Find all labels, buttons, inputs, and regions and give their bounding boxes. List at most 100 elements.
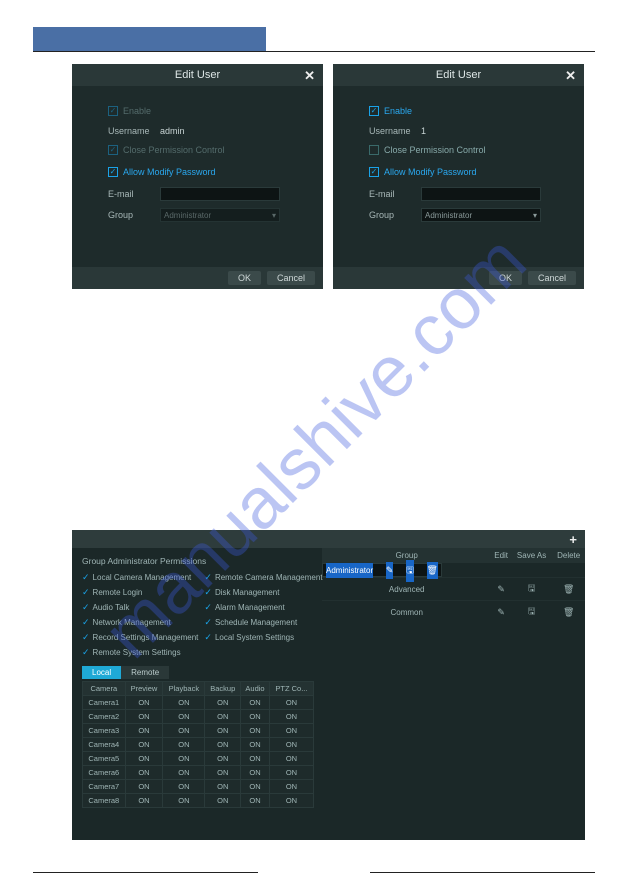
ok-button[interactable]: OK xyxy=(489,271,522,285)
check-icon: ✓ xyxy=(204,617,212,628)
camera-state-cell[interactable]: ON xyxy=(269,710,313,724)
table-header: Playback xyxy=(163,682,205,696)
camera-state-cell[interactable]: ON xyxy=(163,724,205,738)
camera-state-cell[interactable]: ON xyxy=(163,738,205,752)
camera-state-cell[interactable]: ON xyxy=(241,724,270,738)
camera-state-cell[interactable]: ON xyxy=(269,766,313,780)
footer-rule-right xyxy=(370,872,595,873)
permission-item: ✓Network Management xyxy=(82,617,198,628)
table-row[interactable]: Camera5ONONONONON xyxy=(83,752,314,766)
camera-state-cell[interactable]: ON xyxy=(205,710,241,724)
camera-state-cell[interactable]: ON xyxy=(205,738,241,752)
group-name-cell: Common xyxy=(322,601,491,624)
camera-state-cell[interactable]: ON xyxy=(241,738,270,752)
camera-state-cell[interactable]: ON xyxy=(205,794,241,808)
camera-state-cell[interactable]: ON xyxy=(163,752,205,766)
edit-icon[interactable]: ✎ xyxy=(491,601,510,624)
cancel-button[interactable]: Cancel xyxy=(267,271,315,285)
permission-item: ✓Audio Talk xyxy=(82,602,198,613)
edit-icon[interactable]: ✎ xyxy=(491,578,510,601)
close-perm-checkbox[interactable] xyxy=(369,145,379,155)
camera-state-cell[interactable]: ON xyxy=(205,696,241,710)
close-perm-label: Close Permission Control xyxy=(123,145,225,155)
table-row[interactable]: Camera3ONONONONON xyxy=(83,724,314,738)
permission-label: Remote Camera Management xyxy=(215,573,323,582)
group-label: Group xyxy=(108,210,160,220)
camera-state-cell[interactable]: ON xyxy=(125,696,163,710)
tab-remote[interactable]: Remote xyxy=(121,666,169,679)
ok-button[interactable]: OK xyxy=(228,271,261,285)
group-row[interactable]: Administrator✎🖫🗑 xyxy=(322,563,442,577)
camera-state-cell[interactable]: ON xyxy=(125,710,163,724)
camera-state-cell[interactable]: ON xyxy=(163,780,205,794)
allow-modify-checkbox[interactable] xyxy=(369,167,379,177)
cancel-button[interactable]: Cancel xyxy=(528,271,576,285)
camera-state-cell[interactable]: ON xyxy=(205,780,241,794)
permission-item: ✓Remote Login xyxy=(82,587,198,598)
close-icon[interactable]: ✕ xyxy=(565,68,576,84)
permission-item xyxy=(204,647,322,658)
camera-state-cell[interactable]: ON xyxy=(269,724,313,738)
camera-state-cell[interactable]: ON xyxy=(241,766,270,780)
email-input[interactable] xyxy=(160,187,280,201)
check-icon: ✓ xyxy=(204,572,212,583)
save-icon[interactable]: 🖫 xyxy=(511,601,552,624)
tab-local[interactable]: Local xyxy=(82,666,121,679)
camera-state-cell[interactable]: ON xyxy=(125,766,163,780)
camera-state-cell[interactable]: ON xyxy=(125,724,163,738)
camera-state-cell[interactable]: ON xyxy=(125,794,163,808)
username-label: Username xyxy=(369,126,421,136)
group-select[interactable]: Administrator ▾ xyxy=(160,208,280,222)
camera-state-cell[interactable]: ON xyxy=(241,794,270,808)
close-icon[interactable]: ✕ xyxy=(304,68,315,84)
table-row[interactable]: Camera6ONONONONON xyxy=(83,766,314,780)
table-row[interactable]: Camera7ONONONONON xyxy=(83,780,314,794)
enable-checkbox[interactable] xyxy=(369,106,379,116)
camera-state-cell[interactable]: ON xyxy=(163,794,205,808)
save-icon[interactable]: 🖫 xyxy=(511,578,552,601)
table-header: Camera xyxy=(83,682,126,696)
camera-state-cell[interactable]: ON xyxy=(269,752,313,766)
username-value: 1 xyxy=(421,126,426,136)
edit-icon[interactable]: ✎ xyxy=(386,561,394,579)
camera-state-cell[interactable]: ON xyxy=(269,794,313,808)
table-row[interactable]: Camera8ONONONONON xyxy=(83,794,314,808)
username-label: Username xyxy=(108,126,160,136)
camera-state-cell[interactable]: ON xyxy=(205,752,241,766)
permission-item: ✓Alarm Management xyxy=(204,602,322,613)
table-row[interactable]: Camera4ONONONONON xyxy=(83,738,314,752)
table-row[interactable]: Camera2ONONONONON xyxy=(83,710,314,724)
camera-name-cell: Camera5 xyxy=(83,752,126,766)
camera-state-cell[interactable]: ON xyxy=(241,696,270,710)
camera-state-cell[interactable]: ON xyxy=(241,780,270,794)
table-row[interactable]: Camera1ONONONONON xyxy=(83,696,314,710)
camera-state-cell[interactable]: ON xyxy=(269,696,313,710)
camera-state-cell[interactable]: ON xyxy=(205,766,241,780)
delete-icon[interactable]: 🗑 xyxy=(552,578,585,601)
table-header: Edit xyxy=(491,548,510,563)
enable-checkbox[interactable] xyxy=(108,106,118,116)
camera-state-cell[interactable]: ON xyxy=(205,724,241,738)
tab-row: Local Remote xyxy=(82,666,314,679)
save-icon[interactable]: 🖫 xyxy=(406,559,414,582)
camera-state-cell[interactable]: ON xyxy=(163,696,205,710)
camera-state-cell[interactable]: ON xyxy=(125,752,163,766)
camera-state-cell[interactable]: ON xyxy=(241,710,270,724)
permission-label: Local System Settings xyxy=(215,633,294,642)
group-row[interactable]: Common✎🖫🗑 xyxy=(322,601,585,624)
camera-state-cell[interactable]: ON xyxy=(241,752,270,766)
group-row[interactable]: Advanced✎🖫🗑 xyxy=(322,578,585,601)
close-perm-checkbox[interactable] xyxy=(108,145,118,155)
camera-state-cell[interactable]: ON xyxy=(125,780,163,794)
camera-state-cell[interactable]: ON xyxy=(163,766,205,780)
camera-state-cell[interactable]: ON xyxy=(269,780,313,794)
delete-icon[interactable]: 🗑 xyxy=(552,601,585,624)
camera-state-cell[interactable]: ON xyxy=(163,710,205,724)
add-icon[interactable]: + xyxy=(569,532,577,547)
camera-state-cell[interactable]: ON xyxy=(269,738,313,752)
email-input[interactable] xyxy=(421,187,541,201)
camera-state-cell[interactable]: ON xyxy=(125,738,163,752)
group-select[interactable]: Administrator ▾ xyxy=(421,208,541,222)
allow-modify-checkbox[interactable] xyxy=(108,167,118,177)
delete-icon[interactable]: 🗑 xyxy=(427,561,438,579)
